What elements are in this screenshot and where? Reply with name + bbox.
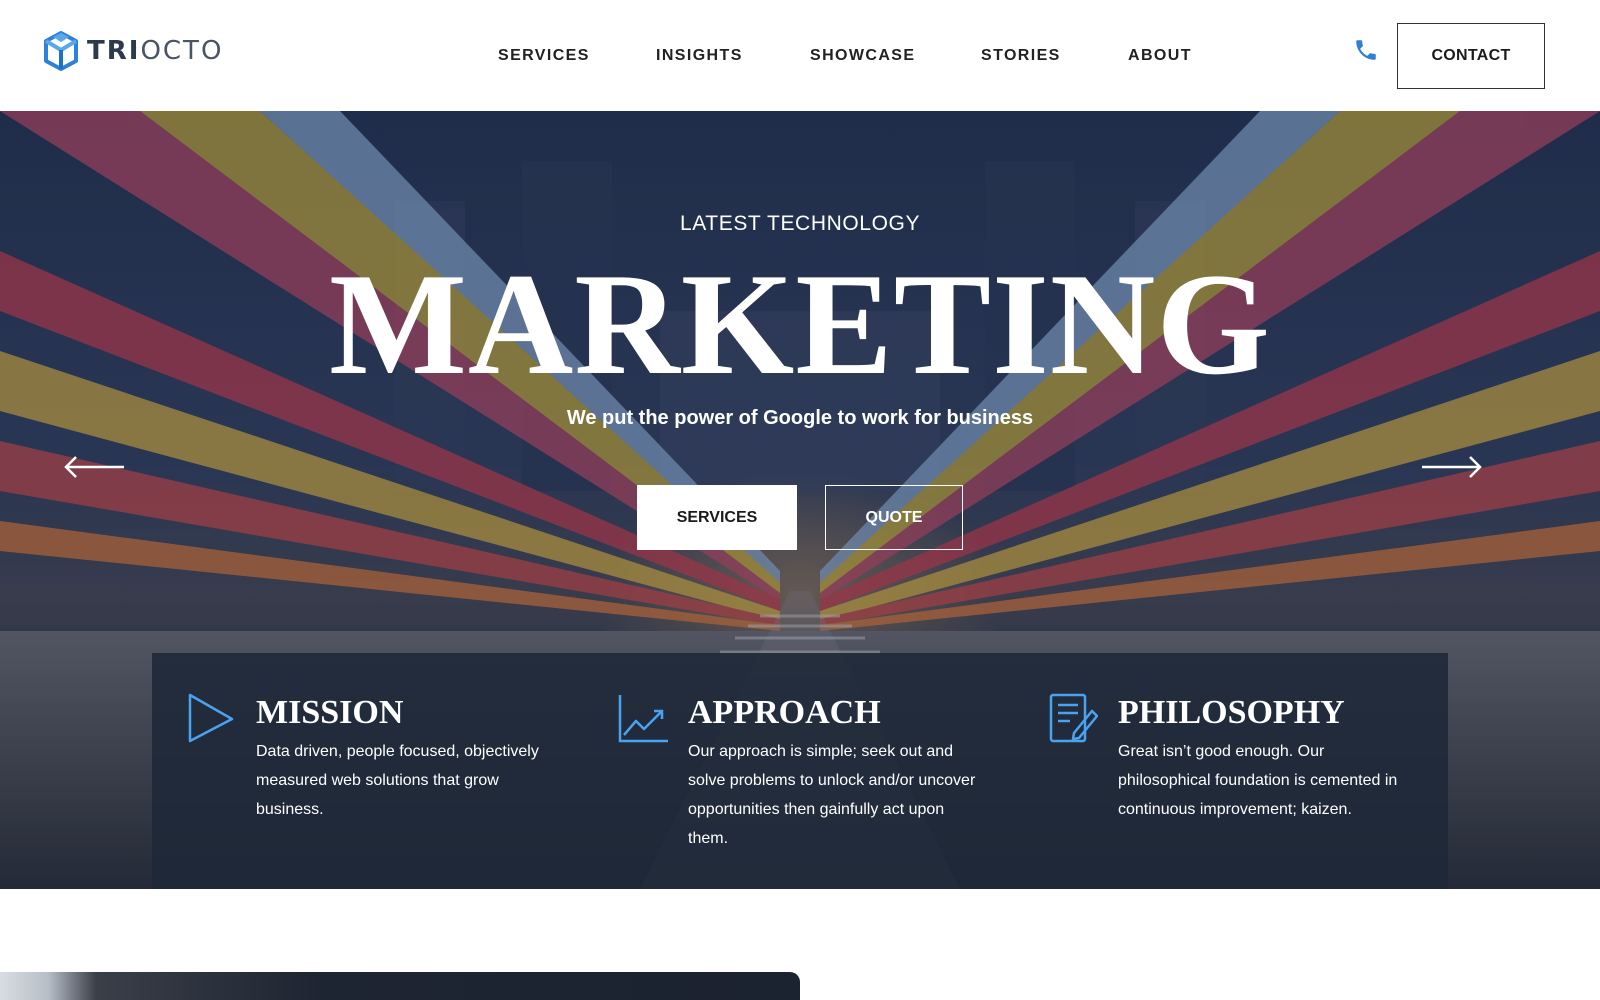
nav-about[interactable]: ABOUT [1128,45,1192,67]
feature-title: MISSION [256,694,404,731]
edit-document-icon [1049,693,1098,743]
feature-text: Data driven, people focused, objectively… [256,743,539,818]
feature-text: Great isn’t good enough. Our philosophic… [1118,743,1398,818]
nav-services[interactable]: SERVICES [498,45,590,67]
contact-button[interactable]: CONTACT [1397,23,1545,89]
hero-quote-button[interactable]: QUOTE [825,485,963,550]
feature-title: APPROACH [688,694,881,731]
phone-icon[interactable] [1353,37,1379,63]
arrow-right-icon[interactable] [1420,454,1482,480]
nav-stories[interactable]: STORIES [981,45,1061,67]
hero-kicker: LATEST TECHNOLOGY [679,212,921,235]
site-header: TRIOCTO SERVICES INSIGHTS SHOWCASE STORI… [0,0,1600,111]
play-triangle-icon [188,693,234,743]
hero-title: MARKETING [329,243,1271,405]
feature-title: PHILOSOPHY [1118,694,1345,731]
arrow-left-icon[interactable] [64,454,126,480]
line-chart-icon [618,695,668,743]
nav-insights[interactable]: INSIGHTS [656,45,743,67]
nav-showcase[interactable]: SHOWCASE [810,45,915,67]
hero-subtitle: We put the power of Google to work for b… [566,407,1034,429]
feature-text: Our approach is simple; seek out and sol… [688,743,976,847]
hero-section: LATEST TECHNOLOGY MARKETING We put the p… [0,111,1600,889]
next-section-image-card [0,972,800,1000]
features-panel: MISSION Data driven, people focused, obj… [152,653,1448,889]
hero-services-button[interactable]: SERVICES [637,485,797,550]
